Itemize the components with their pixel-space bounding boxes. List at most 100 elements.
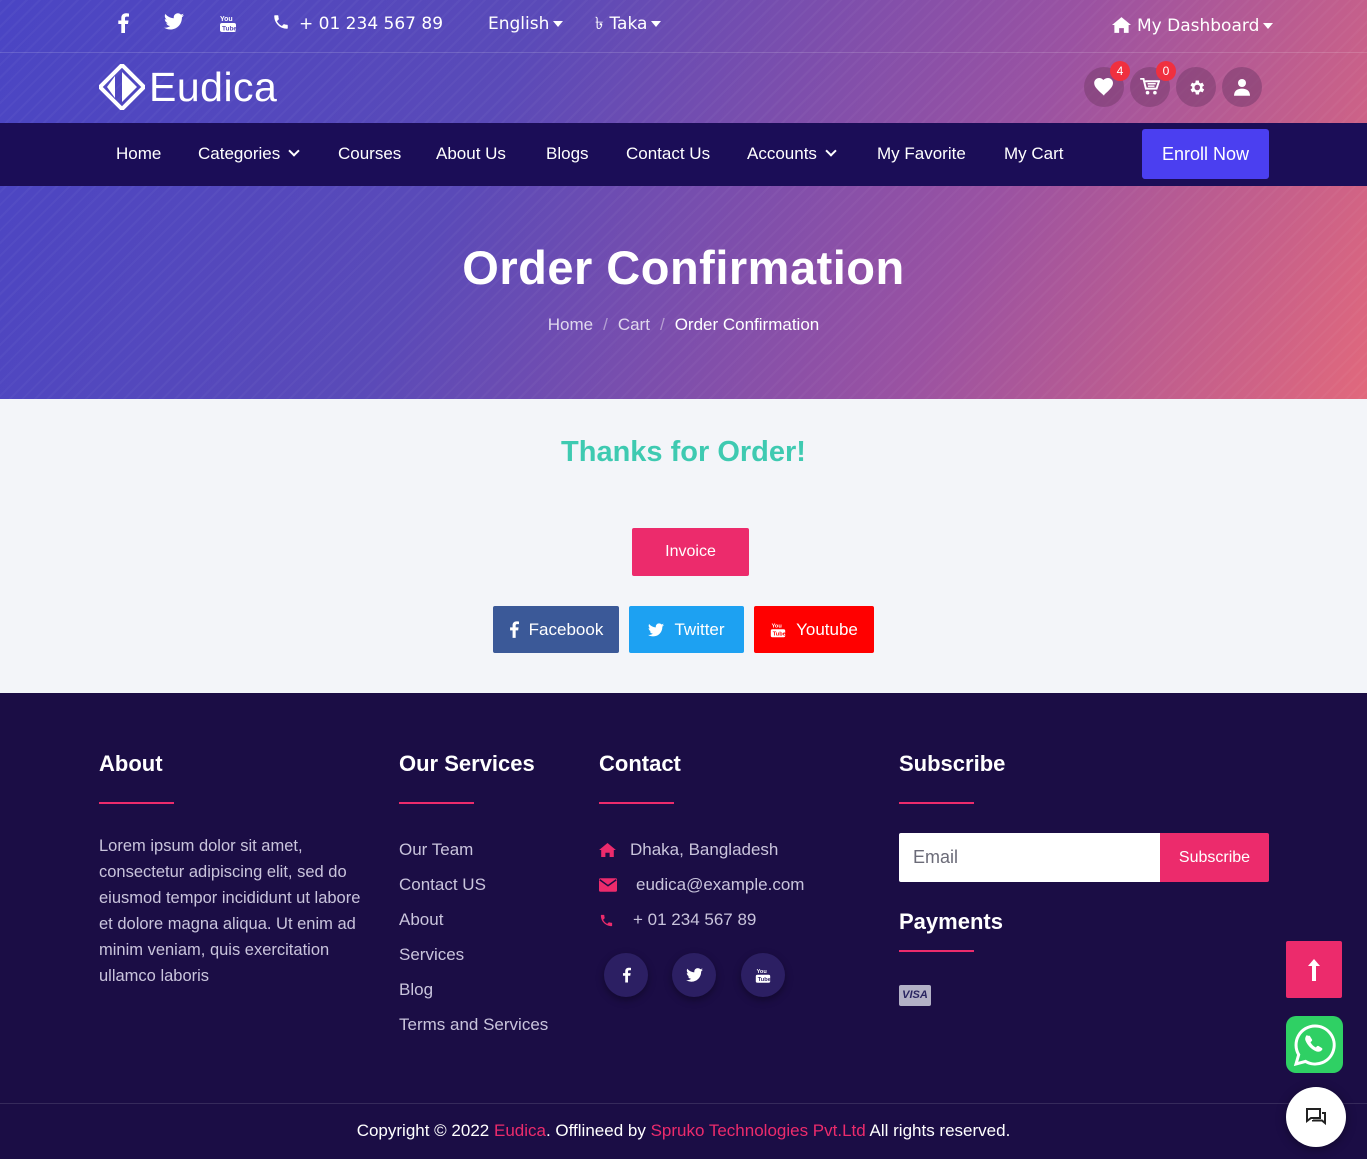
nav-courses[interactable]: Courses	[338, 143, 401, 165]
breadcrumb-separator: /	[659, 315, 665, 334]
copyright: Copyright © 2022 Eudica. Offlineed by Sp…	[0, 1121, 1367, 1141]
footer-link-contact-us[interactable]: Contact US	[399, 875, 486, 895]
copyright-brand-link[interactable]: Eudica	[494, 1121, 546, 1140]
heart-icon	[1094, 78, 1113, 96]
footer-twitter-link[interactable]	[672, 953, 716, 997]
subscribe-email-input[interactable]	[899, 833, 1161, 882]
breadcrumb-cart[interactable]: Cart	[618, 315, 650, 334]
caret-down-icon	[651, 21, 662, 27]
footer-link-our-team[interactable]: Our Team	[399, 840, 473, 860]
nav-categories-label: Categories	[198, 144, 281, 163]
copyright-suffix: All rights reserved.	[869, 1121, 1011, 1140]
language-dropdown[interactable]: English	[488, 13, 564, 35]
whatsapp-button[interactable]	[1286, 1016, 1343, 1073]
twitter-icon	[648, 622, 665, 636]
dashboard-dropdown[interactable]: My Dashboard	[1112, 15, 1274, 37]
heading-underline	[899, 950, 974, 952]
facebook-icon	[622, 967, 631, 983]
cart-button[interactable]: 0	[1130, 61, 1176, 107]
invoice-button[interactable]: Invoice	[632, 528, 749, 576]
back-to-top-button[interactable]	[1286, 941, 1342, 998]
footer-link-terms[interactable]: Terms and Services	[399, 1015, 548, 1035]
brand-name: Eudica	[149, 63, 278, 110]
footer-divider	[0, 1103, 1367, 1104]
top-bar: You Tube + 01 234 567 89 English ৳ Taka My…	[0, 0, 1367, 53]
youtube-icon[interactable]: You Tube	[217, 13, 239, 35]
topbar-phone: + 01 234 567 89	[299, 14, 444, 34]
share-twitter-button[interactable]: Twitter	[629, 606, 744, 653]
nav-categories[interactable]: Categories	[198, 143, 300, 165]
footer-services-heading: Our Services	[399, 751, 535, 776]
gear-icon	[1189, 80, 1204, 94]
footer-payments-heading: Payments	[899, 909, 1003, 934]
contact-address-text: Dhaka, Bangladesh	[630, 840, 779, 859]
footer-subscribe-heading: Subscribe	[899, 751, 1006, 776]
nav-about-us[interactable]: About Us	[436, 143, 506, 165]
taka-icon: ৳	[595, 14, 604, 34]
brand-logo[interactable]: Eudica	[99, 63, 277, 111]
whatsapp-icon	[1293, 1023, 1336, 1066]
user-icon	[1234, 79, 1250, 96]
breadcrumb-current: Order Confirmation	[674, 315, 820, 334]
share-facebook-button[interactable]: Facebook	[493, 606, 619, 653]
footer-contact-heading: Contact	[599, 751, 681, 776]
home-icon	[599, 843, 616, 857]
heading-underline	[399, 802, 474, 804]
visa-card-icon: VISA	[899, 985, 931, 1006]
cart-count-badge: 0	[1156, 61, 1176, 81]
copyright-middle: . Offlineed by	[545, 1121, 646, 1140]
nav-blogs[interactable]: Blogs	[546, 143, 589, 165]
contact-phone: + 01 234 567 89	[599, 910, 756, 930]
envelope-icon	[599, 878, 617, 892]
share-youtube-button[interactable]: You Tube Youtube	[754, 606, 874, 653]
footer-link-about[interactable]: About	[399, 910, 443, 930]
footer: About Lorem ipsum dolor sit amet, consec…	[0, 693, 1367, 1159]
footer-youtube-link[interactable]: You Tube	[741, 953, 785, 997]
heading-underline	[99, 802, 174, 804]
dashboard-label: My Dashboard	[1137, 16, 1260, 36]
favorites-count-badge: 4	[1110, 61, 1130, 81]
chat-icon	[1306, 1108, 1326, 1126]
svg-text:Tube: Tube	[773, 631, 786, 637]
svg-text:Tube: Tube	[758, 977, 771, 983]
facebook-icon	[509, 621, 519, 638]
nav-my-cart[interactable]: My Cart	[1004, 143, 1064, 165]
facebook-icon[interactable]	[112, 13, 134, 35]
contact-email-text[interactable]: eudica@example.com	[636, 875, 804, 895]
subscribe-button[interactable]: Subscribe	[1160, 833, 1269, 882]
breadcrumb: Home / Cart / Order Confirmation	[0, 315, 1367, 335]
breadcrumb-home[interactable]: Home	[548, 315, 593, 334]
home-icon	[1112, 17, 1131, 33]
page-title: Order Confirmation	[462, 241, 905, 294]
settings-button[interactable]	[1176, 67, 1216, 107]
breadcrumb-separator: /	[603, 315, 608, 334]
currency-dropdown[interactable]: ৳ Taka	[595, 13, 662, 35]
footer-link-blog[interactable]: Blog	[399, 980, 433, 1000]
share-youtube-label: Youtube	[796, 620, 858, 639]
nav-accounts[interactable]: Accounts	[747, 143, 837, 165]
nav-contact-us[interactable]: Contact Us	[626, 143, 710, 165]
twitter-icon[interactable]	[163, 13, 185, 35]
nav-my-favorite[interactable]: My Favorite	[877, 143, 966, 165]
footer-about-text: Lorem ipsum dolor sit amet, consectetur …	[99, 837, 361, 985]
copyright-company-link[interactable]: Spruko Technologies Pvt.Ltd	[651, 1121, 866, 1140]
footer-link-services[interactable]: Services	[399, 945, 464, 965]
share-twitter-label: Twitter	[674, 620, 725, 639]
contact-address: Dhaka, Bangladesh	[599, 840, 778, 860]
favorites-button[interactable]: 4	[1084, 61, 1130, 107]
chat-button[interactable]	[1286, 1087, 1346, 1147]
svg-text:You: You	[772, 623, 783, 629]
youtube-icon: You Tube	[770, 623, 786, 637]
contact-phone-text: + 01 234 567 89	[633, 910, 757, 929]
enroll-now-button[interactable]: Enroll Now	[1142, 129, 1269, 179]
account-button[interactable]	[1222, 67, 1262, 107]
nav-accounts-label: Accounts	[747, 144, 817, 163]
footer-facebook-link[interactable]	[604, 953, 648, 997]
phone-icon	[600, 914, 613, 926]
nav-home[interactable]: Home	[116, 143, 161, 165]
copyright-prefix: Copyright © 2022	[356, 1121, 490, 1140]
language-label: English	[488, 14, 550, 34]
svg-text:You: You	[757, 969, 768, 975]
twitter-icon	[685, 968, 703, 982]
svg-text:You: You	[220, 16, 233, 23]
